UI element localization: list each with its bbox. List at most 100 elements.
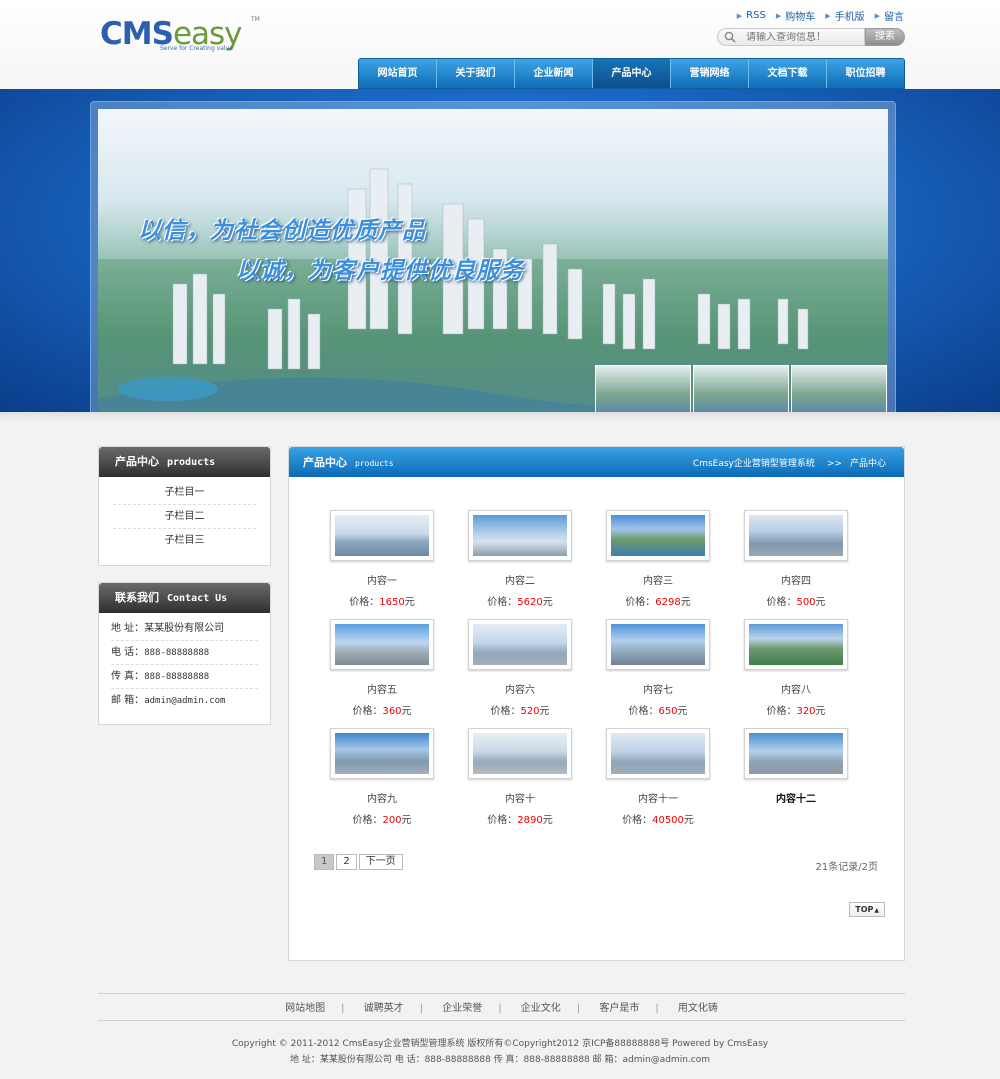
pagination: 1 2 下一页 bbox=[314, 854, 403, 870]
breadcrumb: CmsEasy企业营销型管理系统 >> 产品中心 bbox=[693, 456, 886, 469]
product-price: 价格：5620元 bbox=[487, 597, 553, 608]
product-name[interactable]: 内容二 bbox=[468, 572, 572, 587]
contact-address: 地 址：某某股份有限公司 bbox=[111, 617, 258, 641]
toplink-rss[interactable]: ▶ RSS bbox=[737, 8, 766, 23]
product-image[interactable] bbox=[744, 619, 848, 670]
arrow-right-icon: ▶ bbox=[825, 11, 831, 20]
product-card: 内容七 价格：650元 bbox=[606, 619, 710, 717]
site-logo[interactable]: CMSeasy TM Serve for Creating value bbox=[100, 14, 270, 56]
product-name[interactable]: 内容六 bbox=[468, 681, 572, 696]
product-price: 价格：520元 bbox=[490, 706, 550, 717]
product-name[interactable]: 内容十一 bbox=[606, 790, 710, 805]
footer-link-honors[interactable]: 企业荣誉 bbox=[442, 1003, 482, 1014]
footer-separator: | bbox=[655, 1003, 659, 1014]
product-image[interactable] bbox=[606, 510, 710, 561]
search-input[interactable] bbox=[746, 31, 864, 43]
product-image[interactable] bbox=[606, 728, 710, 779]
footer-link-culture[interactable]: 企业文化 bbox=[521, 1003, 561, 1014]
product-price: 价格：500元 bbox=[766, 597, 826, 608]
product-name[interactable]: 内容九 bbox=[330, 790, 434, 805]
product-image[interactable] bbox=[330, 728, 434, 779]
nav-downloads[interactable]: 文档下载 bbox=[749, 59, 827, 88]
product-price: 价格：6298元 bbox=[625, 597, 691, 608]
record-count: 21条记录/2页 bbox=[815, 862, 878, 873]
product-name[interactable]: 内容七 bbox=[606, 681, 710, 696]
product-card: 内容二 价格：5620元 bbox=[468, 510, 572, 608]
product-image[interactable] bbox=[468, 619, 572, 670]
banner-thumb-1[interactable] bbox=[595, 365, 691, 413]
product-image[interactable] bbox=[330, 619, 434, 670]
breadcrumb-current[interactable]: 产品中心 bbox=[850, 459, 886, 469]
product-card: 内容十 价格：2890元 bbox=[468, 728, 572, 826]
product-image[interactable] bbox=[606, 619, 710, 670]
banner-thumb-3[interactable] bbox=[791, 365, 887, 413]
search-icon bbox=[724, 31, 736, 43]
category-list: 子栏目一 子栏目二 子栏目三 bbox=[99, 477, 270, 559]
page-button-2[interactable]: 2 bbox=[336, 854, 357, 870]
product-name[interactable]: 内容四 bbox=[744, 572, 848, 587]
sidebar-contact-box: 联系我们 Contact Us 地 址：某某股份有限公司 电 话：888-8888… bbox=[98, 582, 271, 725]
footer-link-culture-forge[interactable]: 用文化铸 bbox=[678, 1003, 718, 1014]
contact-phone: 电 话：888-88888888 bbox=[111, 641, 258, 665]
product-image[interactable] bbox=[744, 510, 848, 561]
product-name[interactable]: 内容八 bbox=[744, 681, 848, 696]
product-price: 价格：320元 bbox=[766, 706, 826, 717]
nav-jobs[interactable]: 职位招聘 bbox=[827, 59, 904, 88]
search-field-wrap bbox=[717, 28, 865, 46]
breadcrumb-separator: >> bbox=[826, 458, 842, 469]
product-name[interactable]: 内容五 bbox=[330, 681, 434, 696]
category-item[interactable]: 子栏目一 bbox=[113, 481, 256, 505]
product-image[interactable] bbox=[468, 728, 572, 779]
sidebar-products-title: 产品中心 products bbox=[99, 447, 270, 477]
arrow-right-icon: ▶ bbox=[874, 11, 880, 20]
nav-products[interactable]: 产品中心 bbox=[593, 59, 671, 88]
toplink-cart[interactable]: ▶ 购物车 bbox=[776, 8, 815, 24]
category-item[interactable]: 子栏目二 bbox=[113, 505, 256, 529]
back-to-top-button[interactable]: TOP▲ bbox=[849, 902, 885, 917]
product-name[interactable]: 内容十二 bbox=[744, 790, 848, 805]
product-price: 价格：200元 bbox=[352, 815, 412, 826]
footer-separator: | bbox=[576, 1003, 581, 1014]
product-name[interactable]: 内容三 bbox=[606, 572, 710, 587]
caret-up-icon: ▲ bbox=[874, 907, 879, 914]
page-button-1[interactable]: 1 bbox=[314, 854, 335, 870]
product-card: 内容九 价格：200元 bbox=[330, 728, 434, 826]
footer-copyright: Copyright © 2011-2012 CmsEasy企业营销型管理系统 版… bbox=[231, 1039, 769, 1049]
breadcrumb-site[interactable]: CmsEasy企业营销型管理系统 bbox=[693, 459, 815, 469]
product-card: 内容三 价格：6298元 bbox=[606, 510, 710, 608]
product-image[interactable] bbox=[744, 728, 848, 779]
next-page-button[interactable]: 下一页 bbox=[358, 854, 403, 870]
nav-about[interactable]: 关于我们 bbox=[437, 59, 515, 88]
footer-divider-top bbox=[98, 993, 905, 994]
footer-link-careers[interactable]: 诚聘英才 bbox=[364, 1003, 404, 1014]
banner-image[interactable]: 以信，为社会创造优质产品 以诚，为客户提供优良服务 bbox=[98, 109, 888, 413]
contact-list: 地 址：某某股份有限公司 电 话：888-88888888 传 真：888-88… bbox=[99, 613, 270, 719]
banner-thumb-2[interactable] bbox=[693, 365, 789, 413]
logo-trademark: TM bbox=[251, 16, 260, 23]
product-card: 内容八 价格：320元 bbox=[744, 619, 848, 717]
arrow-right-icon: ▶ bbox=[736, 11, 743, 20]
nav-network[interactable]: 营销网络 bbox=[671, 59, 749, 88]
product-card: 内容十二 bbox=[744, 728, 848, 821]
product-price: 价格：2890元 bbox=[487, 815, 553, 826]
product-grid: 内容一 价格：1650元 内容二 价格：5620元 内容三 价格：6298元 内… bbox=[330, 510, 870, 826]
product-image[interactable] bbox=[468, 510, 572, 561]
search-button[interactable]: 搜索 bbox=[865, 28, 905, 46]
site-header: CMSeasy TM Serve for Creating value ▶ RSS… bbox=[0, 0, 1000, 89]
contact-email: 邮 箱：admin@admin.com bbox=[111, 695, 226, 706]
toplink-mobile[interactable]: ▶ 手机版 bbox=[825, 8, 864, 24]
sidebar-products-box: 产品中心 products 子栏目一 子栏目二 子栏目三 bbox=[98, 446, 271, 566]
banner-slogan-1: 以信，为社会创造优质产品 bbox=[138, 218, 426, 244]
product-image[interactable] bbox=[330, 510, 434, 561]
sidebar-contact-title: 联系我们 Contact Us bbox=[99, 583, 270, 613]
product-name[interactable]: 内容一 bbox=[330, 572, 434, 587]
footer-link-customers[interactable]: 客户是市 bbox=[599, 1003, 639, 1014]
product-price: 价格：1650元 bbox=[349, 597, 415, 608]
nav-home[interactable]: 网站首页 bbox=[359, 59, 437, 88]
product-price: 价格：360元 bbox=[352, 706, 412, 717]
product-name[interactable]: 内容十 bbox=[468, 790, 572, 805]
footer-link-sitemap[interactable]: 网站地图 bbox=[285, 1003, 325, 1014]
toplink-message[interactable]: ▶ 留言 bbox=[874, 8, 904, 24]
category-item[interactable]: 子栏目三 bbox=[113, 529, 256, 553]
nav-news[interactable]: 企业新闻 bbox=[515, 59, 593, 88]
